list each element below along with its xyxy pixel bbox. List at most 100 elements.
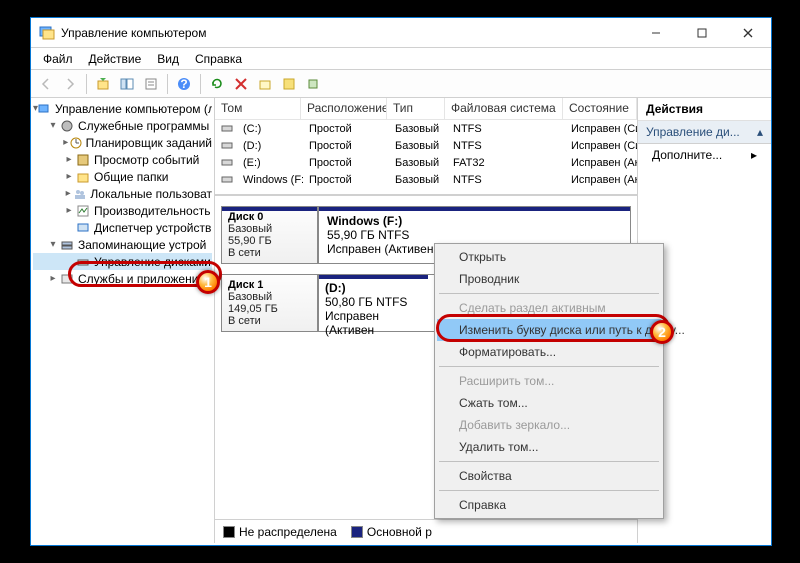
tree-task-scheduler[interactable]: ▸Планировщик заданий [33,134,212,151]
ctx-explore[interactable]: Проводник [437,268,661,290]
expand-icon[interactable]: ▸ [63,171,75,182]
window-title: Управление компьютером [61,26,206,40]
menu-file[interactable]: Файл [35,50,81,68]
chevron-up-icon: ▴ [757,125,763,139]
tree-disk-management[interactable]: Управление дисками [33,253,212,270]
ctx-format[interactable]: Форматировать... [437,341,661,363]
menu-help[interactable]: Справка [187,50,250,68]
partition-d[interactable]: (D:) 50,80 ГБ NTFS Исправен (Активен [318,275,428,331]
cell-type: Базовый [389,123,447,135]
forward-button [59,73,81,95]
clock-icon [69,135,83,151]
show-hide-tree-button[interactable] [116,73,138,95]
ctx-delete[interactable]: Удалить том... [437,436,661,458]
cell-layout: Простой [303,123,389,135]
ctx-change-letter[interactable]: Изменить букву диска или путь к диску... [437,319,661,341]
help-button[interactable]: ? [173,73,195,95]
action-button-2[interactable] [278,73,300,95]
tree-label: Запоминающие устрой [78,238,206,252]
volume-row[interactable]: (E:) Простой Базовый FAT32 Исправен (Ак [215,154,637,171]
tree-storage[interactable]: ▾ Запоминающие устрой [33,236,212,253]
refresh-button[interactable] [206,73,228,95]
perf-icon [75,203,91,219]
disk-1-label[interactable]: Диск 1 Базовый 149,05 ГБ В сети [222,275,318,331]
tree-pane[interactable]: ▾Управление компьютером (л ▾Служебные пр… [31,98,215,543]
tree-services[interactable]: ▸Службы и приложения [33,270,212,287]
ctx-mark-active: Сделать раздел активным [437,297,661,319]
delete-button[interactable] [230,73,252,95]
volume-icon [221,122,235,136]
cell-name: (C:) [237,123,303,135]
tree-label: Диспетчер устройств [94,221,211,235]
volume-row[interactable]: Windows (F:) Простой Базовый NTFS Исправ… [215,171,637,188]
up-button[interactable] [92,73,114,95]
tree-event-viewer[interactable]: ▸Просмотр событий [33,151,212,168]
partition-size: 50,80 ГБ NTFS [325,295,422,309]
cell-status: Исправен (Си [565,140,637,152]
folder-icon [75,169,91,185]
properties-button[interactable] [140,73,162,95]
volume-row[interactable]: (C:) Простой Базовый NTFS Исправен (Си [215,120,637,137]
annotation-callout-1: 1 [196,270,220,294]
menu-view[interactable]: Вид [149,50,187,68]
tree-device-manager[interactable]: Диспетчер устройств [33,219,212,236]
actions-section[interactable]: Управление ди... ▴ [638,121,771,144]
ctx-separator [439,461,659,462]
menu-action[interactable]: Действие [81,50,150,68]
collapse-icon[interactable]: ▾ [47,120,59,131]
action-button-1[interactable] [254,73,276,95]
ctx-help[interactable]: Справка [437,494,661,516]
ctx-open[interactable]: Открыть [437,246,661,268]
tree-root[interactable]: ▾Управление компьютером (л [33,100,212,117]
expand-icon[interactable]: ▸ [47,273,59,284]
toolbar-separator [200,74,201,94]
volume-list[interactable]: Том Расположение Тип Файловая система Со… [215,98,637,196]
tree-label: Производительность [94,204,210,218]
disk-name: Диск 1 [228,279,311,291]
col-volume[interactable]: Том [215,98,301,119]
disk-online: В сети [228,315,311,327]
volume-icon [221,139,235,153]
col-type[interactable]: Тип [387,98,445,119]
expand-icon[interactable]: ▸ [63,154,75,165]
cell-type: Базовый [389,174,447,186]
tree-performance[interactable]: ▸ Производительность [33,202,212,219]
disk-0-label[interactable]: Диск 0 Базовый 55,90 ГБ В сети [222,207,318,263]
cell-fs: FAT32 [447,157,565,169]
storage-icon [59,237,75,253]
context-menu[interactable]: Открыть Проводник Сделать раздел активны… [434,243,664,519]
cell-status: Исправен (Ак [565,174,637,186]
cell-name: (E:) [237,157,303,169]
col-layout[interactable]: Расположение [301,98,387,119]
cell-type: Базовый [389,140,447,152]
ctx-shrink[interactable]: Сжать том... [437,392,661,414]
minimize-button[interactable] [633,18,679,48]
volume-row[interactable]: (D:) Простой Базовый NTFS Исправен (Си [215,137,637,154]
close-button[interactable] [725,18,771,48]
tree-label: Планировщик заданий [86,136,212,150]
volume-header-row: Том Расположение Тип Файловая система Со… [215,98,637,120]
tree-local-users[interactable]: ▸ Локальные пользоват [33,185,212,202]
action-button-3[interactable] [302,73,324,95]
tree-label: Локальные пользоват [90,187,212,201]
expand-icon[interactable]: ▸ [63,188,73,199]
actions-more[interactable]: Дополните... ▸ [638,144,771,166]
maximize-button[interactable] [679,18,725,48]
computer-icon [38,101,52,117]
collapse-icon[interactable]: ▾ [47,239,59,250]
disk-name: Диск 0 [228,211,311,223]
cell-fs: NTFS [447,123,565,135]
disk-size: 55,90 ГБ [228,235,311,247]
tree-shared-folders[interactable]: ▸Общие папки [33,168,212,185]
ctx-properties[interactable]: Свойства [437,465,661,487]
ctx-mirror: Добавить зеркало... [437,414,661,436]
cell-layout: Простой [303,140,389,152]
legend-swatch-blue [351,526,363,538]
col-status[interactable]: Состояние [563,98,637,119]
legend-swatch-black [223,526,235,538]
tree-system-tools[interactable]: ▾Служебные программы [33,117,212,134]
col-fs[interactable]: Файловая система [445,98,563,119]
expand-icon[interactable]: ▸ [63,205,75,216]
tools-icon [59,118,75,134]
window-controls [633,18,771,48]
